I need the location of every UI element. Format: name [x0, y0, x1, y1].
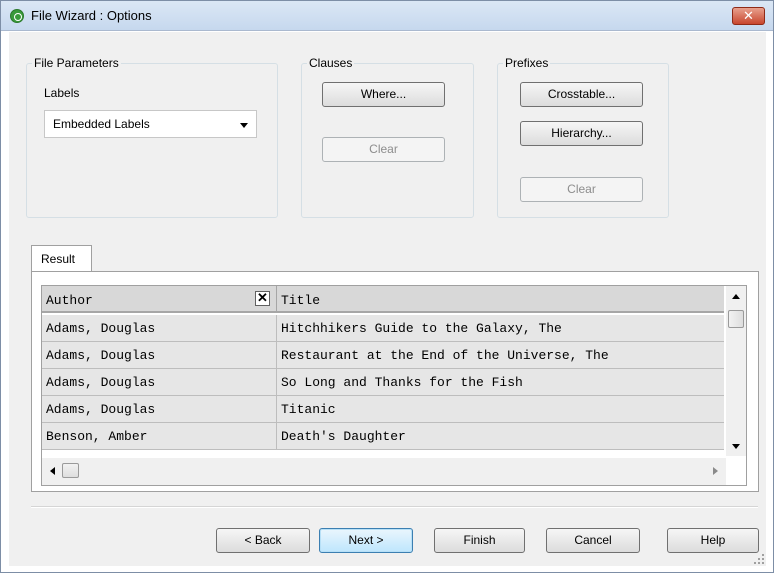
labels-caption: Labels — [44, 86, 80, 100]
horizontal-scroll-thumb[interactable] — [62, 463, 79, 478]
author-cell: Adams, Douglas — [42, 396, 277, 422]
file-wizard-window: File Wizard : Options ✕ File Parameters … — [0, 0, 774, 573]
table-row[interactable]: Adams, Douglas So Long and Thanks for th… — [42, 369, 724, 396]
table-row[interactable]: Adams, Douglas Titanic — [42, 396, 724, 423]
where-button[interactable]: Where... — [322, 82, 445, 107]
back-button[interactable]: < Back — [216, 528, 310, 553]
qlikview-app-icon — [10, 9, 24, 23]
column-header-author-label: Author — [46, 293, 93, 308]
author-cell: Benson, Amber — [42, 423, 277, 449]
file-parameters-group: File Parameters Labels Embedded Labels — [26, 56, 278, 218]
title-cell: Restaurant at the End of the Universe, T… — [281, 348, 609, 363]
file-parameters-legend: File Parameters — [32, 56, 121, 70]
column-header-title[interactable]: Title — [277, 286, 724, 311]
tab-result-label: Result — [41, 252, 76, 266]
prefixes-clear-button[interactable]: Clear — [520, 177, 643, 202]
table-row[interactable]: Benson, Amber Death's Daughter — [42, 423, 724, 450]
crosstable-button[interactable]: Crosstable... — [520, 82, 643, 107]
column-header-title-label: Title — [281, 293, 321, 308]
column-header-author[interactable]: Author ✕ — [42, 286, 277, 311]
resize-grip-icon[interactable] — [753, 553, 765, 565]
author-cell: Adams, Douglas — [42, 342, 277, 368]
window-title: File Wizard : Options — [31, 8, 152, 23]
result-grid: Author ✕ Title Adams, Douglas Hitchhiker… — [41, 285, 747, 486]
title-cell: Death's Daughter — [281, 429, 406, 444]
vertical-scrollbar[interactable] — [726, 286, 746, 456]
hierarchy-button[interactable]: Hierarchy... — [520, 121, 643, 146]
next-button[interactable]: Next > — [319, 528, 413, 553]
title-cell: Titanic — [281, 402, 336, 417]
grid-header: Author ✕ Title — [42, 286, 724, 313]
table-row[interactable]: Adams, Douglas Restaurant at the End of … — [42, 342, 724, 369]
title-bar[interactable]: File Wizard : Options ✕ — [1, 1, 773, 31]
result-panel: Author ✕ Title Adams, Douglas Hitchhiker… — [31, 271, 759, 492]
prefixes-group: Prefixes Crosstable... Hierarchy... Clea… — [497, 56, 669, 218]
footer-separator — [31, 506, 758, 508]
clauses-legend: Clauses — [307, 56, 355, 70]
vertical-scroll-thumb[interactable] — [728, 310, 744, 328]
labels-dropdown[interactable]: Embedded Labels — [44, 110, 257, 138]
title-cell: Hitchhikers Guide to the Galaxy, The — [281, 321, 562, 336]
horizontal-scrollbar[interactable] — [42, 458, 726, 485]
close-button[interactable]: ✕ — [732, 7, 765, 25]
author-cell: Adams, Douglas — [42, 369, 277, 395]
scroll-up-icon[interactable] — [732, 294, 740, 299]
table-row[interactable]: Adams, Douglas Hitchhikers Guide to the … — [42, 315, 724, 342]
tab-result[interactable]: Result — [31, 245, 92, 272]
dialog-content: File Parameters Labels Embedded Labels C… — [9, 32, 766, 566]
finish-button[interactable]: Finish — [434, 528, 525, 553]
scroll-left-icon[interactable] — [50, 467, 55, 475]
remove-column-icon[interactable]: ✕ — [255, 291, 270, 306]
prefixes-legend: Prefixes — [503, 56, 551, 70]
clauses-group: Clauses Where... Clear — [301, 56, 474, 218]
clauses-clear-button[interactable]: Clear — [322, 137, 445, 162]
cancel-button[interactable]: Cancel — [546, 528, 640, 553]
author-cell: Adams, Douglas — [42, 315, 277, 341]
chevron-down-icon — [240, 123, 248, 128]
scroll-down-icon[interactable] — [732, 444, 740, 449]
labels-dropdown-value: Embedded Labels — [53, 117, 150, 131]
scroll-right-icon[interactable] — [713, 467, 718, 475]
title-cell: So Long and Thanks for the Fish — [281, 375, 523, 390]
help-button[interactable]: Help — [667, 528, 759, 553]
